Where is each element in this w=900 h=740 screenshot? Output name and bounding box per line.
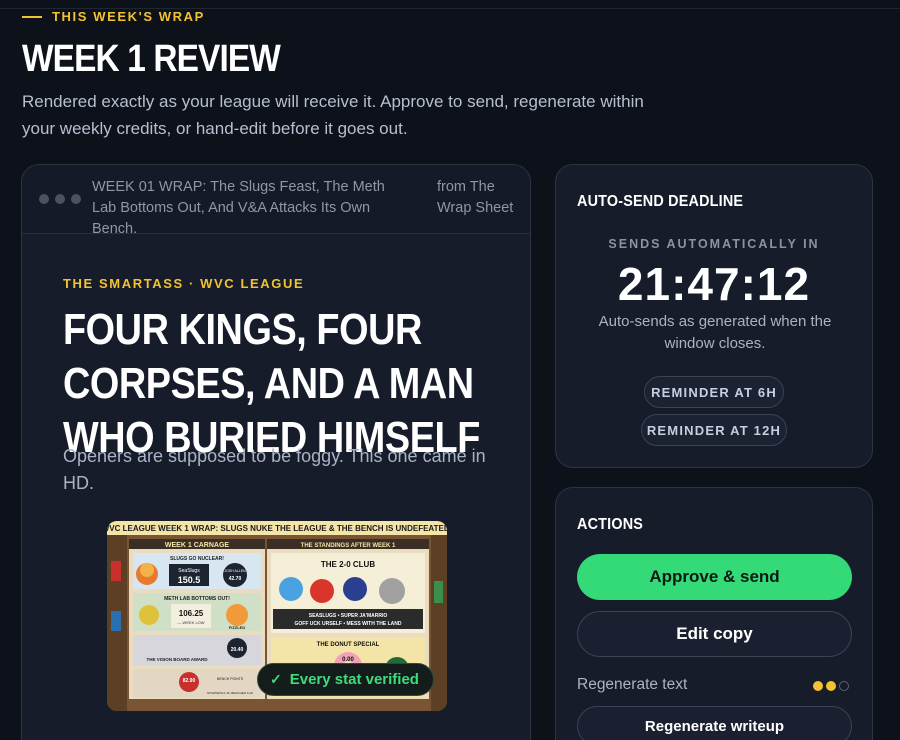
credit-dot-icon (813, 681, 823, 691)
sends-automatically-label: SENDS AUTOMATICALLY IN (608, 237, 820, 251)
eyebrow-dash-icon (22, 15, 42, 18)
infographic-josh: JOSH ALLEN (224, 569, 246, 573)
regenerate-writeup-button[interactable]: Regenerate writeup (577, 706, 852, 740)
infographic-bench-label: BENCH POINTS (217, 677, 244, 681)
infographic-donut: THE DONUT SPECIAL (317, 642, 380, 648)
reminder-12h-button[interactable]: REMINDER AT 12H (641, 414, 787, 446)
wrap-dek: Openers are supposed to be foggy. This o… (63, 446, 486, 493)
auto-send-deadline-panel: AUTO-SEND DEADLINE SENDS AUTOMATICALLY I… (555, 164, 873, 468)
actions-panel: ACTIONS Approve & send Edit copy Regener… (555, 487, 873, 740)
infographic-josh-score: 42.70 (229, 576, 242, 582)
stats-verified-badge: ✓ Every stat verified (257, 663, 434, 696)
infographic-week-low: — WEEK LOW (177, 620, 204, 625)
actions-title: ACTIONS (577, 516, 644, 533)
approve-send-button[interactable]: Approve & send (577, 554, 852, 600)
credit-dot-icon (826, 681, 836, 691)
email-preview-header: WEEK 01 WRAP: The Slugs Feast, The Meth … (22, 165, 530, 237)
page-title: WEEK 1 REVIEW (22, 38, 281, 80)
regenerate-text-label: Regenerate text (577, 676, 688, 693)
infographic-bench-score: 82.90 (183, 678, 196, 684)
infographic-slugs-name: SeaSlugs (178, 568, 200, 574)
infographic-nuclear: SLUGS GO NUCLEAR! (170, 556, 224, 562)
verified-label: Every stat verified (289, 671, 419, 688)
infographic-low-score: 106.25 (179, 609, 204, 618)
eyebrow-label: THIS WEEK'S WRAP (52, 9, 205, 24)
infographic-club: THE 2-0 CLUB (321, 560, 375, 569)
auto-send-note: Auto-sends as generated when the window … (598, 313, 832, 352)
edit-copy-button[interactable]: Edit copy (577, 611, 852, 657)
wrap-infographic-image[interactable]: WVC LEAGUE WEEK 1 WRAP: SLUGS NUKE THE L… (107, 521, 447, 711)
infographic-vision-score: 20.40 (231, 647, 244, 653)
infographic-slugs-score: 150.5 (178, 575, 201, 585)
window-dots-icon (39, 194, 81, 204)
section-eyebrow: THIS WEEK'S WRAP (22, 9, 205, 24)
email-sender: from The Wrap Sheet (437, 179, 514, 216)
email-preview-card: WEEK 01 WRAP: The Slugs Feast, The Meth … (21, 164, 531, 740)
infographic-left-header: WEEK 1 CARNAGE (165, 542, 230, 549)
league-line: THE SMARTASS · WVC LEAGUE (63, 276, 305, 291)
deadline-title: AUTO-SEND DEADLINE (577, 193, 744, 210)
infographic-right-header: THE STANDINGS AFTER WEEK 1 (301, 543, 396, 549)
infographic-club-teams-1: SEASLUGS • SUPER JA'MARRIO (309, 613, 388, 619)
infographic-fizzled: FIZZLED (229, 625, 246, 630)
email-subject: WEEK 01 WRAP: The Slugs Feast, The Meth … (92, 179, 385, 237)
check-icon: ✓ (270, 671, 282, 687)
infographic-vision: THE VISION BOARD AWARD (146, 657, 208, 662)
credit-dot-icon (839, 681, 849, 691)
regenerate-credits-indicator (813, 681, 849, 691)
infographic-starters: STARTERS 0-16, BENCHED 0-16 (207, 691, 253, 695)
infographic-meth-lab: METH LAB BOTTOMS OUT! (164, 596, 230, 602)
countdown-timer: 21:47:12 (617, 258, 811, 310)
page-subtitle: Rendered exactly as your league will rec… (22, 92, 644, 138)
wrap-headline: FOUR KINGS, FOUR CORPSES, AND A MAN WHO … (63, 305, 480, 462)
infographic-club-teams-2: GOFF UCK URSELF • MESS WITH THE LAND (294, 621, 401, 627)
reminder-6h-button[interactable]: REMINDER AT 6H (644, 376, 784, 408)
infographic-banner: WVC LEAGUE WEEK 1 WRAP: SLUGS NUKE THE L… (107, 524, 447, 533)
